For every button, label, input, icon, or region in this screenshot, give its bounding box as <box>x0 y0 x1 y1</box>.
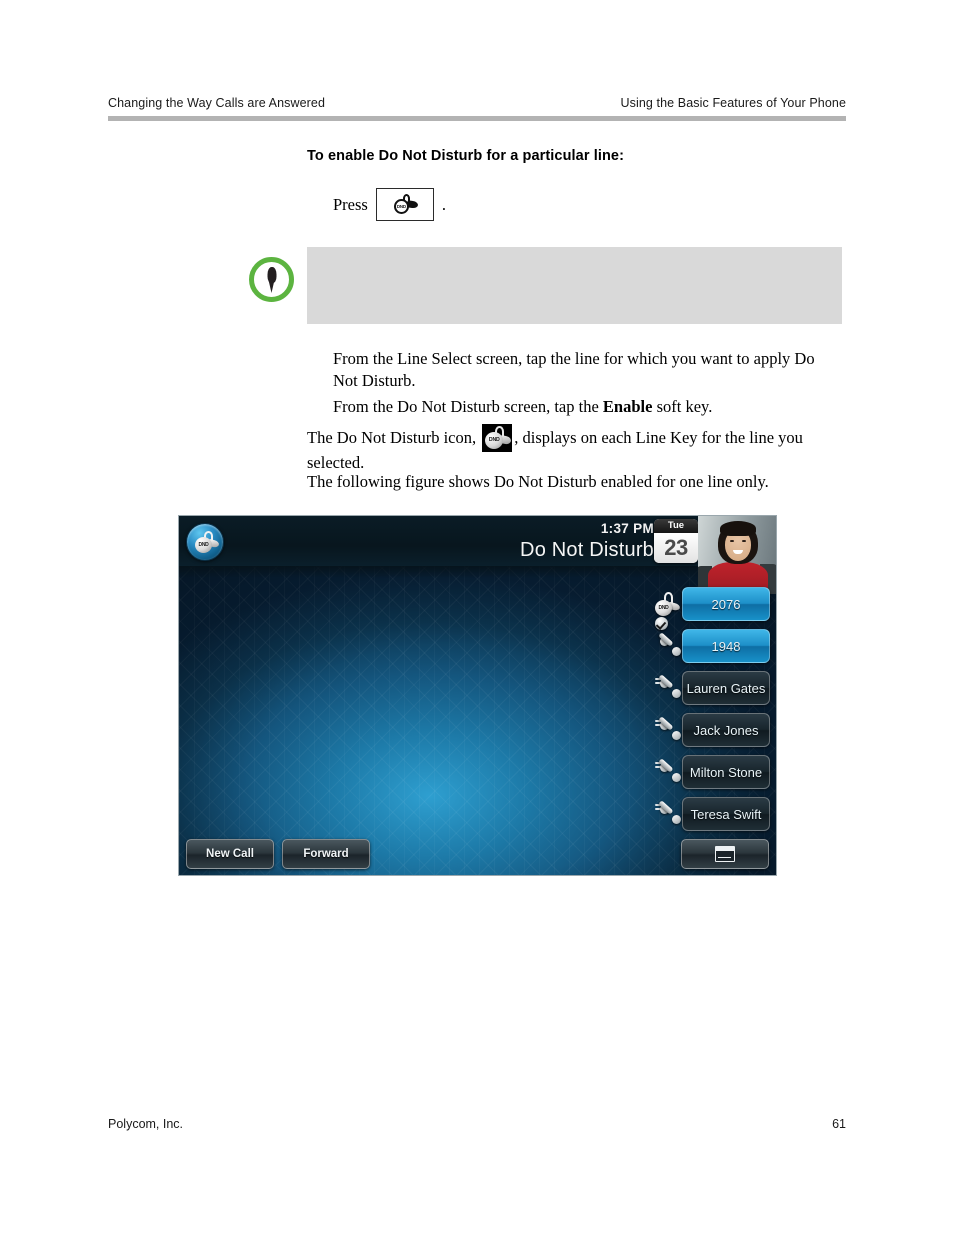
handset-icon <box>655 715 685 745</box>
soft-key-bar: New Call Forward <box>186 839 370 869</box>
line-key-row[interactable]: Jack Jones <box>655 710 770 751</box>
line-key-row[interactable]: 2076 <box>655 584 770 625</box>
soft-key-more[interactable] <box>681 839 769 869</box>
dnd-key-glyph <box>392 193 419 216</box>
note-box <box>307 247 842 324</box>
more-menu-line <box>718 856 731 859</box>
phone-screen-figure: 1:37 PM Do Not Disturb Tue 23 2 <box>178 515 777 876</box>
soft-key-forward[interactable]: Forward <box>282 839 370 869</box>
press-label: Press <box>333 194 368 214</box>
dnd-key-icon <box>375 188 434 221</box>
press-period: . <box>441 194 446 214</box>
line-key-row[interactable]: Milton Stone <box>655 752 770 793</box>
dnd-paragraph-prefix: The Do Not Disturb icon, <box>307 428 481 447</box>
note-pin-icon <box>249 257 294 302</box>
photo-person-bangs <box>720 521 756 536</box>
header-rule <box>108 116 846 121</box>
line-key-button[interactable]: 2076 <box>682 587 770 621</box>
phone-title: Do Not Disturb <box>520 539 654 561</box>
handset-icon <box>655 799 685 829</box>
step-2-suffix: soft key. <box>652 397 713 416</box>
section-heading: To enable Do Not Disturb for a particula… <box>307 148 625 164</box>
page-footer: Polycom, Inc. 61 <box>108 1117 846 1131</box>
step-2-prefix: From the Do Not Disturb screen, tap the <box>333 397 603 416</box>
handset-check-icon <box>655 617 685 661</box>
user-photo <box>698 516 776 594</box>
step-2-text: From the Do Not Disturb screen, tap the … <box>333 396 833 418</box>
note-pin-shape <box>267 267 276 283</box>
dnd-inline-icon <box>482 424 513 452</box>
line-key-button[interactable]: 1948 <box>682 629 770 663</box>
calendar-day: 23 <box>654 533 698 563</box>
dnd-icon-paragraph: The Do Not Disturb icon, , displays on e… <box>307 424 847 474</box>
figure-caption-text: The following figure shows Do Not Distur… <box>307 472 769 491</box>
more-menu-icon <box>715 846 735 862</box>
dnd-key-ball <box>393 198 409 214</box>
dnd-status-icon[interactable] <box>186 523 224 561</box>
dnd-inline-ball <box>485 432 504 449</box>
dnd-line-icon <box>655 589 685 619</box>
more-menu-titlebar <box>716 847 734 851</box>
calendar-widget[interactable]: Tue 23 <box>654 519 698 563</box>
soft-key-new-call[interactable]: New Call <box>186 839 274 869</box>
running-head: Changing the Way Calls are Answered Usin… <box>108 96 846 110</box>
check-badge-icon <box>655 617 668 630</box>
line-key-row[interactable]: 1948 <box>655 617 770 667</box>
line-key-button[interactable]: Milton Stone <box>682 755 770 789</box>
step-1-text: From the Line Select screen, tap the lin… <box>333 349 815 390</box>
press-instruction: Press . <box>333 188 446 221</box>
dnd-status-ball <box>195 537 212 553</box>
running-head-right: Using the Basic Features of Your Phone <box>620 96 846 110</box>
line-key-button[interactable]: Lauren Gates <box>682 671 770 705</box>
phone-clock: 1:37 PM <box>600 521 654 536</box>
line-key-button[interactable]: Teresa Swift <box>682 797 770 831</box>
running-head-left: Changing the Way Calls are Answered <box>108 96 326 110</box>
footer-page-number: 61 <box>832 1117 846 1131</box>
line-key-row[interactable]: Lauren Gates <box>655 668 770 709</box>
phone-status-bar-fade <box>179 566 776 578</box>
line-key-button[interactable]: Jack Jones <box>682 713 770 747</box>
handset-icon <box>655 673 685 703</box>
footer-company: Polycom, Inc. <box>108 1117 184 1131</box>
handset-icon <box>655 757 685 787</box>
step-2-bold: Enable <box>602 397 653 416</box>
calendar-weekday: Tue <box>654 519 698 533</box>
line-key-list: 2076 1948 Lauren Gates <box>655 584 770 836</box>
dnd-line-ball <box>655 600 672 616</box>
line-key-row[interactable]: Teresa Swift <box>655 794 770 835</box>
